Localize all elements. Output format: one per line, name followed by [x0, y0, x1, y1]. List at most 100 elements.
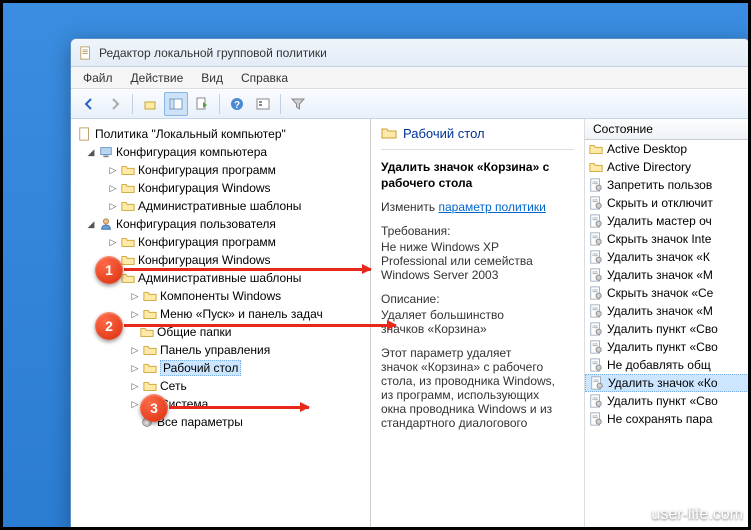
- menu-help[interactable]: Справка: [233, 69, 296, 87]
- window-title: Редактор локальной групповой политики: [99, 46, 327, 60]
- edit-label: Изменить: [381, 200, 435, 214]
- list-item-label: Удалить значок «М: [607, 268, 713, 282]
- folder-icon: [589, 142, 603, 156]
- forward-button[interactable]: [103, 92, 127, 116]
- tree-root[interactable]: Политика "Локальный компьютер": [75, 125, 366, 143]
- description-para: стола, из проводника Windows,: [381, 374, 574, 388]
- tree-desktop[interactable]: ▷Рабочий стол: [75, 359, 366, 377]
- detail-header: Рабочий стол: [381, 125, 574, 150]
- folder-icon: [121, 199, 135, 213]
- list-item[interactable]: Запретить пользов: [585, 176, 749, 194]
- description-para: из программ, использующих: [381, 388, 574, 402]
- detail-pane: Рабочий стол Удалить значок «Корзина» с …: [371, 119, 749, 527]
- setting-icon: [589, 250, 603, 264]
- expander-icon[interactable]: ▷: [130, 399, 140, 409]
- list-item[interactable]: Удалить значок «Ко: [585, 374, 749, 392]
- list-item[interactable]: Active Desktop: [585, 140, 749, 158]
- tree-all-params[interactable]: Все параметры: [75, 413, 366, 431]
- expander-icon[interactable]: ▷: [130, 309, 140, 319]
- expander-icon[interactable]: ◢: [86, 219, 96, 229]
- titlebar[interactable]: Редактор локальной групповой политики: [71, 39, 749, 67]
- expander-icon[interactable]: ▷: [130, 363, 140, 373]
- setting-icon: [589, 322, 603, 336]
- list-item-label: Active Desktop: [607, 142, 687, 156]
- description-label: Описание:: [381, 292, 574, 306]
- list-item-label: Удалить пункт «Сво: [607, 394, 718, 408]
- menu-action[interactable]: Действие: [123, 69, 192, 87]
- tree-comp-config[interactable]: ◢Конфигурация компьютера: [75, 143, 366, 161]
- folder-icon: [381, 125, 397, 141]
- list-item[interactable]: Удалить мастер оч: [585, 212, 749, 230]
- show-hide-button[interactable]: [164, 92, 188, 116]
- setting-icon: [589, 196, 603, 210]
- folder-icon: [121, 271, 135, 285]
- expander-icon[interactable]: ▷: [130, 291, 140, 301]
- list-item[interactable]: Удалить значок «М: [585, 302, 749, 320]
- tree-network[interactable]: ▷Сеть: [75, 377, 366, 395]
- list-item[interactable]: Скрыть и отключит: [585, 194, 749, 212]
- column-header-state[interactable]: Состояние: [585, 119, 749, 140]
- annotation-arrow-1: [124, 268, 371, 271]
- list-item[interactable]: Удалить пункт «Сво: [585, 338, 749, 356]
- folder-icon: [121, 181, 135, 195]
- expander-icon[interactable]: ▷: [108, 237, 118, 247]
- tree-system[interactable]: ▷Система: [75, 395, 366, 413]
- setting-icon: [589, 358, 603, 372]
- list-item-label: Скрыть значок «Се: [607, 286, 713, 300]
- list-item-label: Запретить пользов: [607, 178, 712, 192]
- edit-policy-link[interactable]: параметр политики: [438, 200, 545, 214]
- requirements-text: Professional или семейства: [381, 254, 574, 268]
- list-item[interactable]: Удалить пункт «Сво: [585, 392, 749, 410]
- list-item-label: Удалить пункт «Сво: [607, 322, 718, 336]
- setting-icon: [589, 232, 603, 246]
- folder-icon: [140, 325, 154, 339]
- tree-control-panel[interactable]: ▷Панель управления: [75, 341, 366, 359]
- list-item-label: Удалить значок «К: [607, 250, 710, 264]
- policy-icon: [78, 127, 92, 141]
- list-item-label: Не добавлять общ: [607, 358, 711, 372]
- list-item[interactable]: Скрыть значок «Се: [585, 284, 749, 302]
- filter-button[interactable]: [286, 92, 310, 116]
- list-item[interactable]: Удалить значок «К: [585, 248, 749, 266]
- folder-icon: [143, 289, 157, 303]
- expander-icon[interactable]: ◢: [86, 147, 96, 157]
- list-item[interactable]: Не добавлять общ: [585, 356, 749, 374]
- back-button[interactable]: [77, 92, 101, 116]
- tree-user-soft[interactable]: ▷Конфигурация программ: [75, 233, 366, 251]
- folder-icon: [143, 307, 157, 321]
- menu-view[interactable]: Вид: [193, 69, 231, 87]
- annotation-arrow-3: [169, 406, 309, 409]
- list-item-label: Скрыть и отключит: [607, 196, 713, 210]
- tree-user-config[interactable]: ◢Конфигурация пользователя: [75, 215, 366, 233]
- expander-icon[interactable]: ▷: [108, 165, 118, 175]
- policy-name: рабочего стола: [381, 176, 574, 190]
- export-button[interactable]: [190, 92, 214, 116]
- requirements-text: Windows Server 2003: [381, 268, 574, 282]
- help-button[interactable]: ?: [225, 92, 249, 116]
- menu-file[interactable]: Файл: [75, 69, 121, 87]
- annotation-3: 3: [140, 394, 168, 422]
- options-button[interactable]: [251, 92, 275, 116]
- list-item[interactable]: Удалить пункт «Сво: [585, 320, 749, 338]
- detail-title: Рабочий стол: [403, 126, 485, 141]
- tree-comp-admin[interactable]: ▷Административные шаблоны: [75, 197, 366, 215]
- setting-icon: [589, 286, 603, 300]
- list-item[interactable]: Active Directory: [585, 158, 749, 176]
- description-para: стандартного диалогового: [381, 416, 574, 430]
- description-para: Этот параметр удаляет: [381, 346, 574, 360]
- tree-comp-win[interactable]: ▷Конфигурация Windows: [75, 179, 366, 197]
- folder-icon: [121, 235, 135, 249]
- expander-icon[interactable]: ▷: [130, 345, 140, 355]
- expander-icon[interactable]: ▷: [108, 201, 118, 211]
- tree-win-components[interactable]: ▷Компоненты Windows: [75, 287, 366, 305]
- folder-icon: [121, 163, 135, 177]
- expander-icon[interactable]: ▷: [108, 183, 118, 193]
- list-item[interactable]: Не сохранять пара: [585, 410, 749, 428]
- up-button[interactable]: [138, 92, 162, 116]
- setting-icon: [589, 178, 603, 192]
- list-item[interactable]: Скрыть значок Inte: [585, 230, 749, 248]
- description-para: окна проводника Windows и из: [381, 402, 574, 416]
- tree-comp-soft[interactable]: ▷Конфигурация программ: [75, 161, 366, 179]
- expander-icon[interactable]: ▷: [130, 381, 140, 391]
- list-item[interactable]: Удалить значок «М: [585, 266, 749, 284]
